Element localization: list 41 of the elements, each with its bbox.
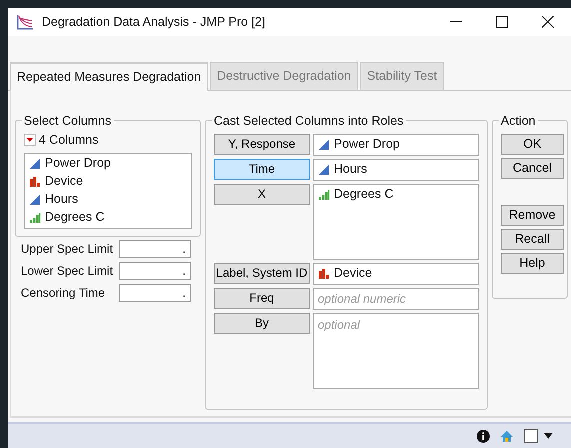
field-label: Upper Spec Limit — [21, 240, 114, 258]
action-button[interactable]: OK — [501, 134, 564, 155]
column-name[interactable]: Power Drop — [45, 154, 111, 173]
action-button[interactable]: Remove — [501, 204, 564, 226]
tab[interactable]: Repeated Measures Degradation — [10, 62, 208, 91]
role-button[interactable]: By — [214, 312, 310, 334]
role-button[interactable]: Freq — [214, 288, 310, 309]
column-name[interactable]: Device — [334, 264, 372, 284]
app-icon — [16, 14, 34, 30]
square-icon[interactable] — [524, 429, 538, 443]
role-list[interactable]: Degrees C — [313, 184, 479, 260]
role-field[interactable]: optional numeric — [313, 288, 479, 310]
column-count: 4 Columns — [39, 132, 99, 149]
dropdown-icon[interactable] — [24, 134, 36, 146]
field-label: Censoring Time — [21, 284, 106, 302]
caret-icon[interactable] — [544, 433, 553, 439]
role-list[interactable]: Power Drop — [313, 134, 479, 156]
role-button[interactable]: Time — [214, 158, 310, 180]
role-list[interactable]: Device — [313, 262, 479, 285]
column-name[interactable]: Power Drop — [334, 135, 400, 154]
input-field[interactable]: . — [119, 284, 191, 302]
maximize-icon[interactable] — [496, 16, 508, 28]
input-field[interactable]: . — [119, 262, 191, 280]
role-list[interactable]: Hours — [313, 158, 479, 181]
column-name[interactable]: Hours — [334, 160, 368, 180]
role-button[interactable]: Label, System ID — [214, 262, 310, 284]
info-icon[interactable] — [477, 430, 490, 442]
action-button[interactable]: Cancel — [501, 158, 564, 179]
window-title: Degradation Data Analysis - JMP Pro [2] — [42, 14, 266, 31]
role-button[interactable]: X — [214, 184, 310, 205]
column-name[interactable]: Degrees C — [45, 208, 105, 227]
input-field[interactable]: . — [119, 240, 191, 258]
role-button[interactable]: Y, Response — [214, 134, 310, 155]
action-button[interactable]: Recall — [501, 228, 564, 250]
action-button[interactable]: Help — [501, 252, 564, 274]
column-name[interactable]: Degrees C — [334, 185, 394, 204]
close-icon[interactable] — [542, 16, 554, 28]
column-name[interactable]: Hours — [45, 190, 78, 209]
column-name[interactable]: Device — [45, 172, 84, 191]
role-field[interactable]: optional — [313, 312, 479, 389]
field-label: Lower Spec Limit — [21, 262, 114, 280]
